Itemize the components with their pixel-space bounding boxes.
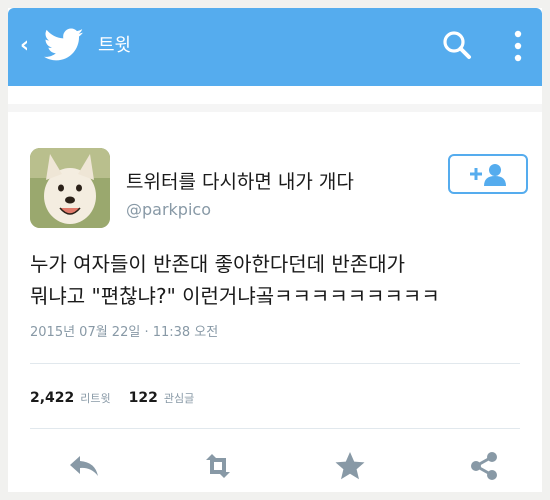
action-bar [8, 446, 542, 492]
star-icon[interactable] [330, 446, 370, 486]
share-icon[interactable] [464, 446, 504, 486]
header-shadow-divider [8, 104, 542, 112]
retweet-icon[interactable] [198, 446, 238, 486]
divider [30, 428, 520, 429]
timestamp: 2015년 07월 22일 · 11:38 오전 [30, 325, 219, 340]
display-name[interactable]: 트위터를 다시하면 내가 개다 [126, 170, 354, 194]
add-user-icon [470, 164, 506, 186]
twitter-bird-icon [44, 28, 84, 61]
tweet-text-line: 누가 여자들이 반존대 좋아한다던데 반존대가 [30, 252, 406, 276]
tweet-text-line: 뭐냐고 "편찮냐?" 이런거냐곸ㅋㅋㅋㅋㅋㅋㅋㅋㅋ [30, 284, 440, 308]
follow-button[interactable] [448, 154, 528, 194]
tweet-text: 누가 여자들이 반존대 좋아한다던데 반존대가 뭐냐고 "편찮냐?" 이런거냐곸… [30, 248, 530, 312]
like-label[interactable]: 관심글 [164, 389, 194, 409]
search-icon[interactable] [440, 28, 474, 62]
tweet-stats: 2,422 리트윗 122 관심글 [30, 388, 212, 409]
retweet-count[interactable]: 2,422 [30, 388, 74, 408]
header-title: 트윗 [98, 35, 132, 56]
more-vertical-icon[interactable] [508, 28, 528, 64]
retweet-label[interactable]: 리트윗 [80, 389, 110, 409]
tweet-detail-screen: ‹ 트윗 트위터를 다시하면 내가 개다 @parkpico 누가 여자들이 반… [8, 8, 542, 492]
dog-avatar-image [30, 148, 110, 228]
like-count[interactable]: 122 [129, 388, 158, 408]
app-header: ‹ 트윗 [8, 8, 542, 86]
divider [30, 363, 520, 364]
reply-icon[interactable] [64, 446, 104, 486]
username[interactable]: @parkpico [126, 200, 211, 220]
chevron-left-icon[interactable]: ‹ [20, 34, 29, 58]
avatar[interactable] [30, 148, 110, 228]
